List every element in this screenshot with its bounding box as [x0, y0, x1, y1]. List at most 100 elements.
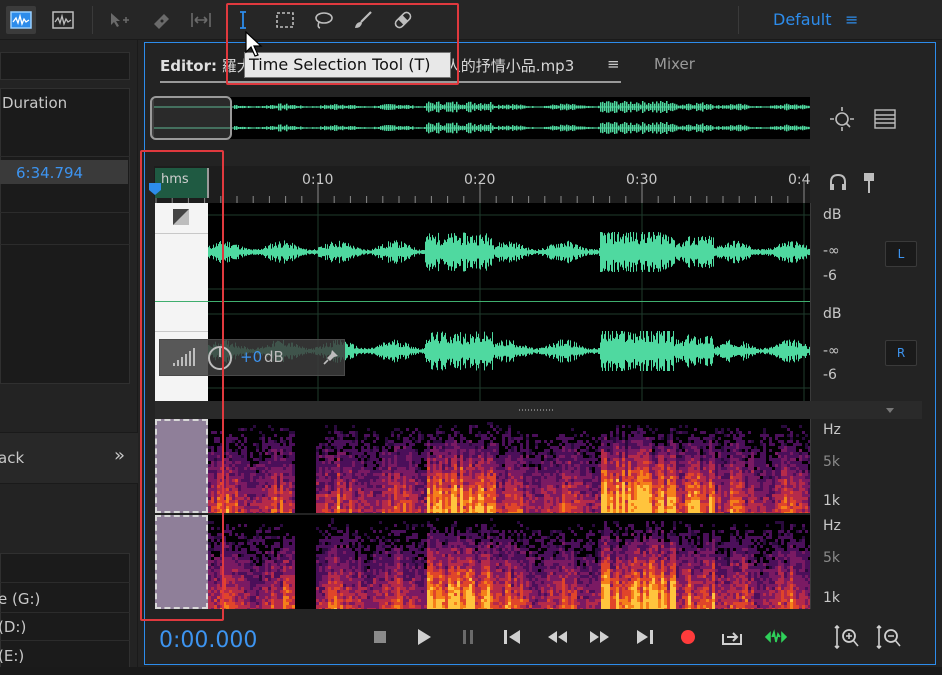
- spectrogram-cell: [262, 494, 265, 497]
- overview-wave-sample: [602, 101, 604, 113]
- spectrogram-cell: [550, 455, 553, 458]
- waveform-sample: [450, 237, 451, 267]
- left-channel-toggle[interactable]: L: [885, 241, 917, 267]
- waveform-sample: [404, 346, 405, 356]
- panel-overflow-icon[interactable]: »: [114, 445, 125, 466]
- spectrogram-cell: [229, 464, 232, 467]
- waveform-sample: [469, 344, 470, 358]
- hamburger-icon[interactable]: ≡: [845, 10, 858, 29]
- waveform-sample: [429, 233, 430, 271]
- waveform-sample: [492, 332, 493, 370]
- spectrogram-cell: [520, 455, 523, 458]
- spectrogram-cell: [367, 479, 370, 482]
- spectrogram-cell: [247, 491, 250, 494]
- move-tool-icon[interactable]: [104, 6, 134, 34]
- spectrogram-cell: [484, 458, 487, 461]
- spectrogram-cell: [475, 500, 478, 503]
- spectrogram-cell: [274, 443, 277, 446]
- spectrogram-cell: [244, 500, 247, 503]
- spectrogram-cell: [424, 479, 427, 482]
- spectrogram-cell: [595, 488, 598, 491]
- playhead-icon[interactable]: [148, 182, 162, 196]
- waveform-sample: [253, 249, 254, 255]
- spectrogram-cell: [475, 452, 478, 455]
- spectrogram-cell: [559, 470, 562, 473]
- spectrogram-cell: [559, 506, 562, 509]
- spectrogram-cell: [400, 512, 403, 515]
- spectrogram-cell: [268, 464, 271, 467]
- overview-wave-sample: [778, 126, 780, 130]
- multitrack-view-icon[interactable]: [48, 6, 78, 34]
- volume-knob-icon[interactable]: [206, 344, 234, 372]
- spectrogram-cell: [418, 467, 421, 470]
- panel-options-icon[interactable]: [873, 108, 897, 130]
- spectrogram-cell: [397, 461, 400, 464]
- mixer-tab[interactable]: Mixer: [654, 55, 695, 73]
- overview-wave-sample: [676, 104, 678, 110]
- drive-item[interactable]: (D:): [0, 618, 26, 636]
- razor-tool-icon[interactable]: [146, 6, 176, 34]
- overview-wave-sample: [264, 127, 266, 129]
- workspace-selector[interactable]: Default: [773, 10, 831, 29]
- view-splitter[interactable]: [155, 401, 922, 419]
- spectrogram-cell: [589, 479, 592, 482]
- fade-handle-icon[interactable]: [172, 208, 190, 226]
- waveform-view-icon[interactable]: [6, 6, 36, 34]
- waveform-sample: [450, 336, 451, 366]
- spectrogram-cell: [397, 482, 400, 485]
- slip-tool-icon[interactable]: [186, 6, 216, 34]
- overview-wave-sample: [780, 104, 782, 110]
- overview-wave-sample: [366, 106, 368, 108]
- panel-tab-label[interactable]: ack: [0, 449, 24, 467]
- overview-waveform[interactable]: [154, 97, 810, 139]
- spectral-display-left[interactable]: [208, 419, 811, 515]
- duration-column-header[interactable]: Duration: [2, 94, 67, 112]
- spectrogram-cell: [343, 455, 346, 458]
- overview-wave-sample: [238, 127, 240, 129]
- spectrogram-cell: [283, 470, 286, 473]
- overview-zoom-handle[interactable]: [150, 96, 232, 140]
- editor-tab-menu-icon[interactable]: ≡: [607, 55, 620, 73]
- spectral-clip-header[interactable]: [155, 419, 208, 513]
- spectrogram-cell: [487, 452, 490, 455]
- spectrogram-cell: [220, 500, 223, 503]
- spectrogram-cell: [208, 506, 211, 509]
- marquee-selection-tool-icon[interactable]: [270, 6, 300, 34]
- spectrogram-cell: [367, 467, 370, 470]
- brush-selection-tool-icon[interactable]: [348, 6, 378, 34]
- waveform-sample: [368, 348, 369, 354]
- spectrogram-cell: [415, 470, 418, 473]
- drive-item[interactable]: (E:): [0, 647, 24, 665]
- spectral-clip-header[interactable]: [155, 515, 208, 609]
- spectrogram-cell: [358, 500, 361, 503]
- waveform-sample: [492, 245, 493, 259]
- spectrogram-cell: [448, 476, 451, 479]
- spectrogram-cell: [283, 458, 286, 461]
- spectrogram-cell: [241, 452, 244, 455]
- headphones-icon[interactable]: [828, 172, 848, 192]
- marker-pin-icon[interactable]: [862, 172, 876, 194]
- spectrogram-cell: [394, 446, 397, 449]
- waveform-sample: [586, 348, 587, 354]
- zoom-to-selection-icon[interactable]: [828, 105, 856, 133]
- waveform-sample: [669, 331, 670, 371]
- waveform-sample: [597, 249, 598, 255]
- pin-hud-icon[interactable]: [322, 348, 340, 366]
- spectrogram-cell: [403, 473, 406, 476]
- lasso-selection-tool-icon[interactable]: [308, 6, 338, 34]
- drive-item[interactable]: e (G:): [0, 590, 40, 608]
- spectrogram-cell: [361, 470, 364, 473]
- waveform-sample: [512, 246, 513, 258]
- spectrogram-cell: [487, 479, 490, 482]
- time-display-format-button[interactable]: hms: [155, 168, 209, 198]
- spectrogram-cell: [289, 485, 292, 488]
- volume-value[interactable]: +0: [240, 348, 262, 366]
- spectrogram-cell: [394, 500, 397, 503]
- right-channel-toggle[interactable]: R: [885, 340, 917, 366]
- waveform-sample: [416, 249, 417, 255]
- spectrogram-cell: [235, 443, 238, 446]
- files-search-field[interactable]: [0, 52, 130, 80]
- spot-healing-brush-icon[interactable]: [388, 6, 418, 34]
- waveform-sample: [705, 336, 706, 366]
- spectrogram-cell: [235, 488, 238, 491]
